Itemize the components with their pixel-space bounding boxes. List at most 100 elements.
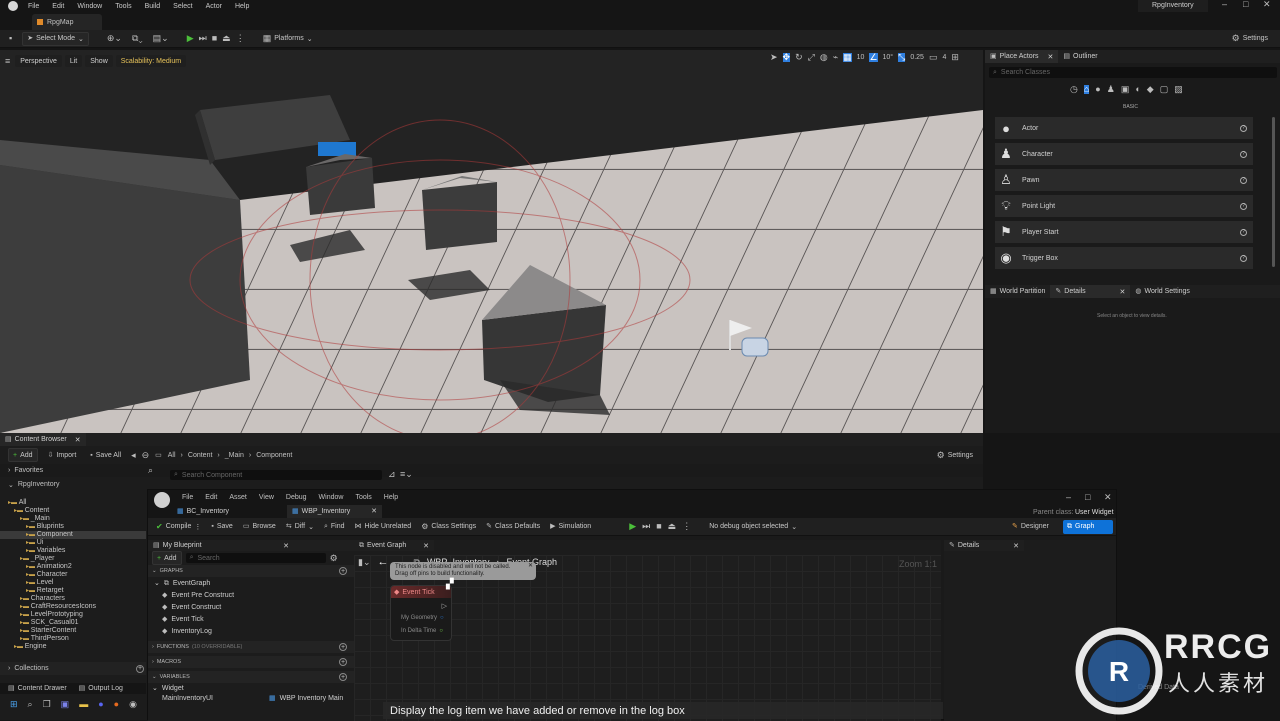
debug-object-dropdown[interactable]: No debug object selected ⌄ (705, 520, 801, 534)
menu-build[interactable]: Build (145, 3, 161, 10)
eject-icon[interactable]: ⏏ (668, 522, 677, 531)
close-icon[interactable]: ✕ (1104, 493, 1112, 502)
folder-tree-item[interactable]: ▸▬ ThirdPerson (0, 635, 146, 643)
layout-icon[interactable]: ⊞ (951, 53, 959, 62)
path-main[interactable]: _Main (225, 452, 244, 459)
visual-effects-icon[interactable]: ◐ (1135, 85, 1140, 94)
add-graph-icon[interactable]: + (339, 567, 347, 575)
minimize-icon[interactable]: – (1066, 493, 1071, 502)
collections-row[interactable]: › Collections + (0, 662, 146, 675)
save-all-button[interactable]: ▪ Save All (86, 448, 125, 462)
diff-button[interactable]: ⇆ Diff ⌄ (282, 520, 318, 534)
tab-wbp-inventory[interactable]: ▦ WBP_Inventory ✕ (287, 504, 382, 518)
more-icon[interactable]: ⋮ (236, 34, 245, 43)
exec-pin-icon[interactable]: ▷ (442, 602, 447, 610)
bp-menu-tools[interactable]: Tools (355, 494, 371, 501)
my-blueprint-tab[interactable]: ▤ My Blueprint ✕ (148, 540, 354, 551)
help-icon[interactable]: ? (1240, 124, 1247, 132)
tab-world-settings[interactable]: ◍ World Settings (1130, 285, 1195, 298)
world-icon[interactable]: ◍ (820, 53, 828, 62)
folder-tree-item[interactable]: ▸▬ Characters (0, 595, 146, 603)
filter-icon[interactable]: ⊿ (388, 470, 396, 479)
task-view-icon[interactable]: ❐ (43, 700, 51, 709)
close-icon[interactable]: ✕ (423, 542, 429, 550)
actor-item-actor[interactable]: ● Actor? (995, 117, 1253, 139)
actor-item-character[interactable]: ♟ Character? (995, 143, 1253, 165)
blueprint-icon[interactable]: ⧉⌄ (132, 34, 143, 43)
bp-search-input[interactable]: ⌕ Search (185, 553, 326, 563)
help-icon[interactable]: ? (1240, 176, 1247, 184)
folder-tree-item[interactable]: ▸▬ Level (0, 579, 146, 587)
path-all[interactable]: All (168, 452, 176, 459)
widget-category[interactable]: ⌄ Widget (148, 683, 354, 693)
variables-section[interactable]: ⌄ VARIABLES + (148, 671, 354, 683)
stop-icon[interactable]: ■ (212, 34, 217, 43)
folder-tree-item[interactable]: ▸▬ Component (0, 531, 146, 539)
folder-tree-item[interactable]: ▸▬ All (0, 499, 146, 507)
bp-menu-edit[interactable]: Edit (205, 494, 217, 501)
event-item-construct[interactable]: ◆ Event Construct (148, 601, 354, 613)
parent-class-link[interactable]: User Widget (1075, 509, 1114, 516)
more-icon[interactable]: ⋮ (682, 522, 691, 531)
menu-help[interactable]: Help (235, 3, 249, 10)
geometry-icon[interactable]: ◆ (1147, 85, 1154, 94)
close-icon[interactable]: ✕ (283, 542, 289, 550)
event-item-tick[interactable]: ◆ Event Tick (148, 613, 354, 625)
event-tick-node[interactable]: ◆ Event Tick ▷ My Geometry ○ In Delta Time… (390, 585, 452, 641)
tab-details[interactable]: ✎ Details ✕ (1050, 285, 1131, 298)
rotation-snap-value[interactable]: 10° (883, 54, 894, 61)
step-icon[interactable]: ⏭ (199, 34, 207, 43)
taskbar-search-icon[interactable]: ⌕ (28, 700, 33, 709)
bp-menu-file[interactable]: File (182, 494, 193, 501)
eject-icon[interactable]: ⏏ (222, 34, 231, 43)
event-graph-canvas[interactable]: ▮⌄ ← → ⧉ WBP_Inventory › Event Graph Zoo… (354, 555, 941, 721)
menu-tools[interactable]: Tools (115, 3, 131, 10)
folder-tree-item[interactable]: ▸▬ Bluprints (0, 523, 146, 531)
my-geometry-pin[interactable]: My Geometry ○ (401, 615, 444, 621)
menu-window[interactable]: Window (77, 3, 102, 10)
add-variable-icon[interactable]: + (339, 673, 347, 681)
folder-tree-item[interactable]: ▸▬ Animation2 (0, 563, 146, 571)
macros-section[interactable]: › MACROS + (148, 656, 354, 668)
recent-icon[interactable]: ◷ (1070, 85, 1078, 94)
explorer-icon[interactable]: ▬ (79, 700, 88, 709)
actor-item-point-light[interactable]: 💡︎ Point Light? (995, 195, 1253, 217)
folder-tree-item[interactable]: ▸▬ SCK_Casual01 (0, 619, 146, 627)
add-macro-icon[interactable]: + (339, 658, 347, 666)
simulation-button[interactable]: ▶ Simulation (546, 520, 595, 534)
add-actor-icon[interactable]: ⊕⌄ (107, 34, 122, 43)
path-component[interactable]: Component (256, 452, 292, 459)
step-icon[interactable]: ⏭ (642, 522, 650, 531)
close-icon[interactable]: ✕ (1120, 288, 1126, 296)
bp-menu-help[interactable]: Help (384, 494, 398, 501)
place-actors-scrollbar[interactable] (1272, 117, 1275, 267)
tab-content-browser[interactable]: ▤ Content Browser ✕ (0, 433, 86, 446)
actor-item-trigger-box[interactable]: ◉ Trigger Box? (995, 247, 1253, 269)
sort-icon[interactable]: ≡⌄ (400, 470, 413, 479)
event-graph-tab[interactable]: ⧉ Event Graph ✕ (354, 540, 434, 551)
scale-snap-icon[interactable]: ⤡ (898, 53, 906, 62)
windows-start-icon[interactable]: ⊞ (10, 700, 18, 709)
select-mode-dropdown[interactable]: ➤ Select Mode ⌄ (22, 31, 89, 46)
cb-settings-button[interactable]: ⚙ Settings (933, 448, 977, 462)
close-icon[interactable]: ✕ (1048, 53, 1054, 61)
folder-tree-item[interactable]: ▸▬ Engine (0, 643, 146, 651)
close-icon[interactable]: ✕ (528, 563, 533, 570)
menu-select[interactable]: Select (173, 3, 192, 10)
close-icon[interactable]: ✕ (75, 436, 81, 444)
basic-icon[interactable]: ⌂ (1083, 85, 1090, 94)
browse-button[interactable]: ▭ Browse (239, 520, 280, 534)
save-icon[interactable]: ▪ (9, 34, 12, 43)
compile-button[interactable]: ✔ Compile ⋮ (152, 520, 205, 534)
lights-icon[interactable]: ● (1095, 85, 1100, 94)
output-log-button[interactable]: ▤ Output Log (75, 682, 127, 696)
level-tab[interactable]: RpgMap (32, 14, 102, 30)
folder-tree-item[interactable]: ▸▬ Character (0, 571, 146, 579)
actor-item-player-start[interactable]: ⚑ Player Start? (995, 221, 1253, 243)
stop-icon[interactable]: ■ (656, 522, 661, 531)
back-arrow-icon[interactable]: ← (378, 556, 389, 567)
designer-button[interactable]: ✎ Designer (1008, 520, 1053, 534)
variable-item[interactable]: MainInventoryUI ▦ WBP Inventory Main (148, 693, 354, 703)
bp-menu-debug[interactable]: Debug (286, 494, 307, 501)
select-tool-icon[interactable]: ➤ (770, 53, 778, 62)
